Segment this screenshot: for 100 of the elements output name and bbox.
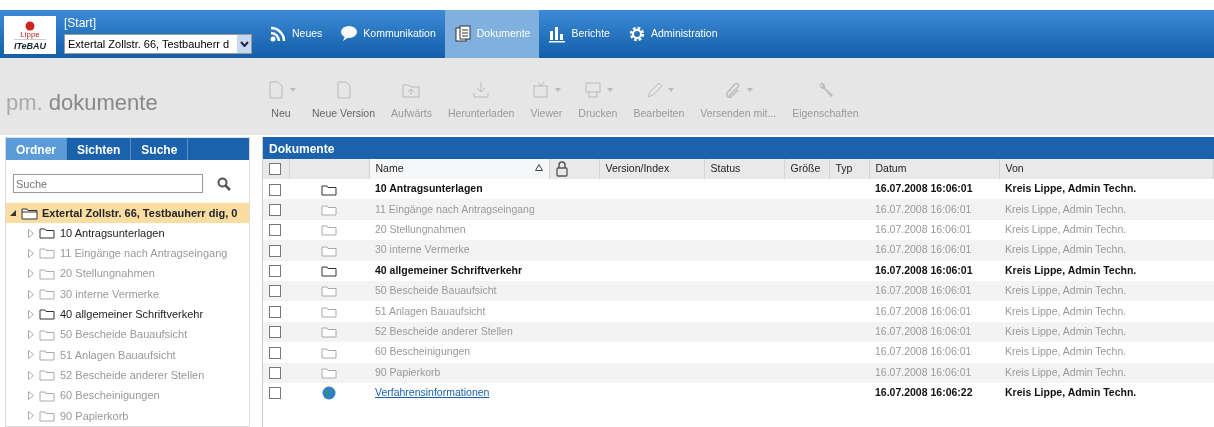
tree-item[interactable]: 30 interne Vermerke	[6, 283, 249, 305]
folder-name[interactable]: 10 Antragsunterlagen	[375, 182, 483, 195]
tree-item[interactable]: Extertal Zollstr. 66, Testbauherr dig, 0	[6, 203, 249, 223]
author-text: Kreis Lippe, Admin Techn.	[1005, 182, 1137, 195]
date-text: 16.07.2008 16:06:01	[875, 345, 972, 358]
column-header[interactable]: Typ	[829, 159, 869, 179]
folder-icon	[39, 389, 55, 402]
column-header[interactable]: Von	[999, 159, 1214, 179]
document-link[interactable]: Verfahrensinformationen	[375, 386, 490, 399]
toolbar-button[interactable]: Neu	[258, 58, 304, 122]
row-checkbox[interactable]	[269, 387, 281, 400]
bar-chart-icon	[548, 25, 567, 43]
tree-item[interactable]: 60 Bescheinigungen	[6, 385, 249, 406]
row-checkbox[interactable]	[269, 367, 281, 380]
speech-bubble-icon	[340, 25, 359, 43]
row-checkbox[interactable]	[269, 244, 281, 257]
folder-icon	[21, 206, 38, 220]
lock-icon	[555, 161, 568, 178]
rss-icon	[269, 25, 287, 43]
nav-tab[interactable]: Berichte	[539, 10, 619, 58]
author-text: Kreis Lippe, Admin Techn.	[1005, 386, 1137, 399]
folder-name[interactable]: 51 Anlagen Bauaufsicht	[375, 304, 486, 317]
column-header[interactable]: Datum	[869, 159, 999, 179]
tree-item[interactable]: 90 Papierkorb	[6, 405, 249, 426]
folder-name[interactable]: 20 Stellungnahmen	[375, 223, 466, 236]
date-text: 16.07.2008 16:06:01	[875, 202, 972, 215]
sidebar-tab[interactable]: Suche	[131, 138, 189, 160]
expand-triangle-icon	[28, 411, 34, 421]
panel-header: Dokumente	[263, 137, 1214, 159]
folder-name[interactable]: 90 Papierkorb	[375, 365, 441, 378]
tree-item[interactable]: 52 Bescheide anderer Stellen	[6, 365, 249, 386]
printer-icon	[582, 80, 603, 100]
nav-tab[interactable]: Kommunikation	[331, 10, 445, 58]
date-text: 16.07.2008 16:06:01	[875, 284, 972, 297]
author-text: Kreis Lippe, Admin Techn.	[1005, 325, 1127, 338]
folder-icon	[321, 224, 337, 237]
date-text: 16.07.2008 16:06:01	[875, 263, 973, 276]
column-header[interactable]: Status	[704, 159, 784, 179]
folder-name[interactable]: 40 allgemeiner Schriftverkehr	[375, 263, 523, 276]
caret-down-icon	[555, 88, 562, 92]
search-icon	[217, 176, 231, 191]
folder-icon	[39, 308, 55, 321]
tree-item[interactable]: 10 Antragsunterlagen	[6, 223, 249, 244]
project-select[interactable]: Extertal Zollstr. 66, Testbauherr d	[64, 34, 252, 54]
document-icon	[266, 80, 286, 100]
folder-icon	[321, 346, 337, 359]
row-checkbox[interactable]	[269, 203, 281, 216]
folder-icon	[39, 369, 55, 382]
nav-tab[interactable]: Neues	[260, 10, 332, 58]
tree-item[interactable]: 51 Anlagen Bauaufsicht	[6, 344, 249, 366]
column-header[interactable]: Version/Index	[599, 159, 704, 179]
row-checkbox[interactable]	[269, 265, 281, 278]
chevron-down-icon	[239, 41, 249, 47]
folder-icon	[39, 348, 55, 361]
folder-icon	[321, 326, 337, 339]
breadcrumb-link[interactable]: [Start]	[64, 14, 252, 32]
row-checkbox[interactable]	[269, 183, 281, 196]
row-checkbox[interactable]	[269, 285, 281, 298]
row-checkbox[interactable]	[269, 305, 281, 318]
sort-ascending-icon	[534, 164, 543, 172]
row-checkbox[interactable]	[269, 224, 281, 237]
caret-down-icon	[667, 88, 674, 92]
expand-triangle-icon	[28, 391, 34, 400]
tree-item[interactable]: 40 allgemeiner Schriftverkehr	[6, 304, 249, 325]
search-field[interactable]: Suche	[13, 174, 203, 193]
folder-icon	[321, 244, 337, 257]
date-text: 16.07.2008 16:06:01	[875, 325, 972, 338]
row-checkbox[interactable]	[269, 346, 281, 359]
caret-down-icon	[747, 88, 754, 92]
column-header[interactable]: Name	[369, 159, 549, 179]
row-checkbox[interactable]	[269, 326, 281, 339]
caret-down-icon	[290, 88, 296, 92]
tree-item[interactable]: 11 Eingänge nach Antragseingang	[6, 243, 249, 264]
folder-name[interactable]: 60 Bescheinigungen	[375, 345, 471, 358]
column-header[interactable]: Größe	[784, 159, 829, 179]
folder-icon	[321, 367, 337, 380]
folder-icon	[39, 227, 55, 240]
select-all-checkbox[interactable]	[269, 163, 281, 176]
folder-icon	[39, 247, 55, 260]
date-text: 16.07.2008 16:06:01	[875, 182, 973, 195]
module-title: pm. dokumente	[5, 89, 159, 117]
logo-text: ITeBAU	[13, 39, 47, 52]
author-text: Kreis Lippe, Admin Techn.	[1005, 345, 1127, 358]
folder-icon	[39, 328, 55, 341]
tree-item[interactable]: 20 Stellungnahmen	[6, 263, 249, 284]
sidebar-tab[interactable]: Sichten	[67, 138, 132, 160]
toolbar-button[interactable]: Neue Version	[304, 58, 384, 122]
sidebar-tab[interactable]: Ordner	[6, 138, 67, 160]
globe-icon	[322, 386, 336, 401]
flower-icon	[25, 21, 35, 31]
author-text: Kreis Lippe, Admin Techn.	[1005, 304, 1127, 317]
folder-icon	[39, 409, 55, 422]
nav-tab[interactable]: Administration	[618, 10, 727, 58]
folder-icon	[39, 288, 55, 301]
caret-down-icon	[606, 88, 613, 92]
date-text: 16.07.2008 16:06:01	[875, 365, 972, 378]
date-text: 16.07.2008 16:06:01	[875, 223, 972, 236]
nav-tab[interactable]: Dokumente	[444, 10, 540, 58]
tree-item[interactable]: 50 Bescheide Bauaufsicht	[6, 324, 249, 345]
date-text: 16.07.2008 16:06:01	[875, 243, 972, 256]
